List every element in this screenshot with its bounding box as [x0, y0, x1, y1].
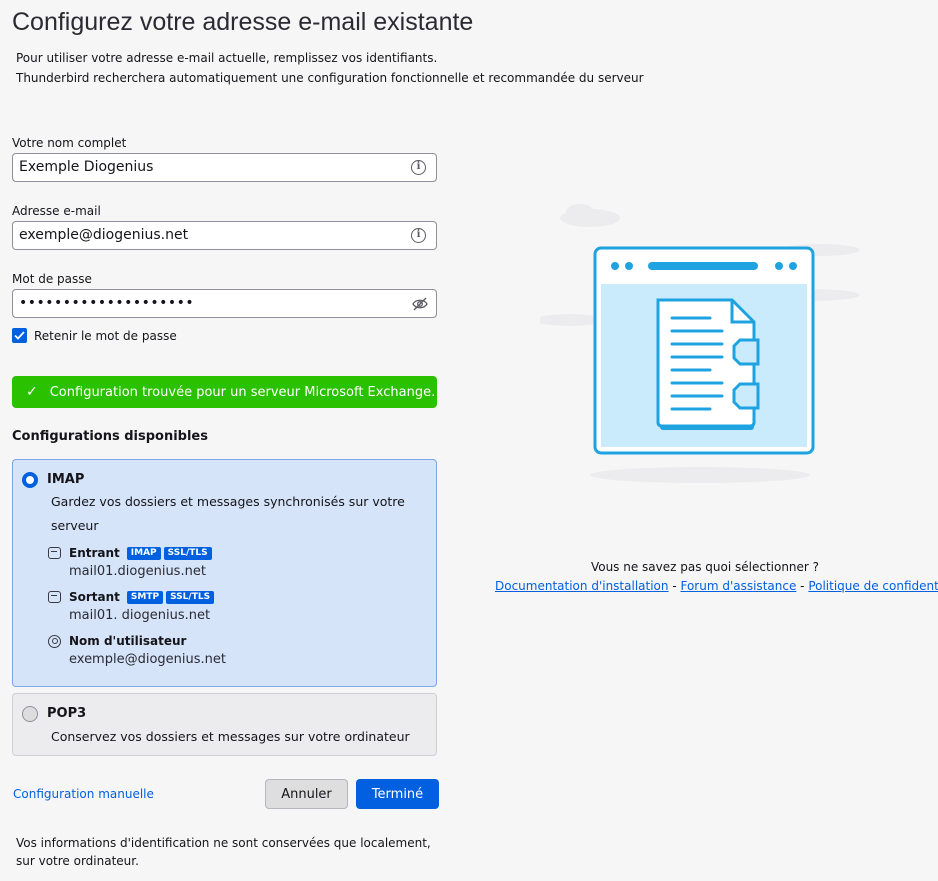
incoming-row: Entrant IMAP SSL/TLS	[48, 546, 212, 560]
email-label: Adresse e-mail	[12, 204, 101, 218]
imap-title: IMAP	[47, 472, 85, 487]
help-links: Documentation d'installation - Forum d'a…	[495, 579, 938, 593]
success-notification: ✓ Configuration trouvée pour un serveur …	[12, 376, 437, 408]
manual-config-link[interactable]: Configuration manuelle	[13, 787, 154, 801]
security-badge: SSL/TLS	[163, 546, 212, 560]
name-input[interactable]: Exemple Diogenius i	[12, 153, 437, 182]
checkmark-icon: ✓	[26, 384, 38, 400]
privacy-note: Vos informations d'identification ne son…	[16, 836, 431, 868]
outgoing-label: Sortant	[69, 590, 120, 604]
page-description-line1: Pour utiliser votre adresse e-mail actue…	[16, 51, 438, 65]
password-label: Mot de passe	[12, 272, 92, 286]
email-input[interactable]: exemple@diogenius.net i	[12, 221, 437, 250]
done-button[interactable]: Terminé	[356, 779, 439, 809]
username-label: Nom d'utilisateur	[69, 634, 187, 648]
checkbox-checked[interactable]	[12, 328, 27, 343]
name-input-value: Exemple Diogenius	[19, 159, 154, 175]
remember-password-label: Retenir le mot de passe	[34, 328, 177, 343]
protocol-badge: SMTP	[126, 590, 164, 604]
pop3-option-card[interactable]: POP3 Conservez vos dossiers et messages …	[12, 693, 437, 756]
page-description-line2: Thunderbird recherchera automatiquement …	[16, 71, 644, 85]
user-icon	[48, 634, 61, 648]
incoming-host: mail01.diogenius.net	[69, 564, 206, 579]
link-separator: -	[796, 579, 809, 593]
outgoing-host: mail01. diogenius.net	[69, 608, 211, 623]
checkmark-icon	[14, 331, 25, 340]
imap-description: Gardez vos dossiers et messages synchron…	[51, 494, 405, 533]
incoming-label: Entrant	[69, 546, 120, 560]
outbox-icon	[48, 591, 61, 603]
password-input[interactable]: ••••••••••••••••••••	[12, 289, 437, 318]
success-message: Configuration trouvée pour un serveur Mi…	[49, 384, 436, 400]
name-label: Votre nom complet	[12, 136, 127, 150]
protocol-badge: IMAP	[126, 546, 161, 560]
email-input-value: exemple@diogenius.net	[19, 227, 189, 243]
privacy-link[interactable]: Politique de confidentialité	[808, 579, 938, 593]
username-value: exemple@diogenius.net	[69, 652, 226, 667]
eye-slash-icon[interactable]	[412, 297, 428, 311]
docs-link[interactable]: Documentation d'installation	[495, 579, 669, 593]
security-badge: SSL/TLS	[166, 590, 215, 604]
inbox-icon	[48, 547, 61, 559]
info-icon[interactable]: i	[411, 228, 426, 243]
pop3-description: Conservez vos dossiers et messages sur v…	[51, 729, 410, 744]
forum-link[interactable]: Forum d'assistance	[680, 579, 796, 593]
imap-radio[interactable]	[22, 472, 38, 488]
link-separator: -	[668, 579, 681, 593]
password-input-value: ••••••••••••••••••••	[19, 295, 195, 311]
outgoing-row: Sortant SMTP SSL/TLS	[48, 590, 215, 604]
help-question: Vous ne savez pas quoi sélectionner ?	[590, 560, 820, 574]
pop3-radio[interactable]	[22, 706, 38, 722]
cancel-button[interactable]: Annuler	[265, 779, 348, 809]
info-icon[interactable]: i	[411, 160, 426, 175]
username-row: Nom d'utilisateur	[48, 634, 190, 648]
pop3-title: POP3	[47, 706, 87, 721]
remember-password-checkbox[interactable]: Retenir le mot de passe	[12, 328, 177, 343]
imap-option-card[interactable]: IMAP Gardez vos dossiers et messages syn…	[12, 459, 437, 687]
document-window-illustration	[540, 204, 860, 483]
page-title: Configurez votre adresse e-mail existant…	[12, 8, 474, 36]
configurations-title: Configurations disponibles	[12, 429, 208, 444]
